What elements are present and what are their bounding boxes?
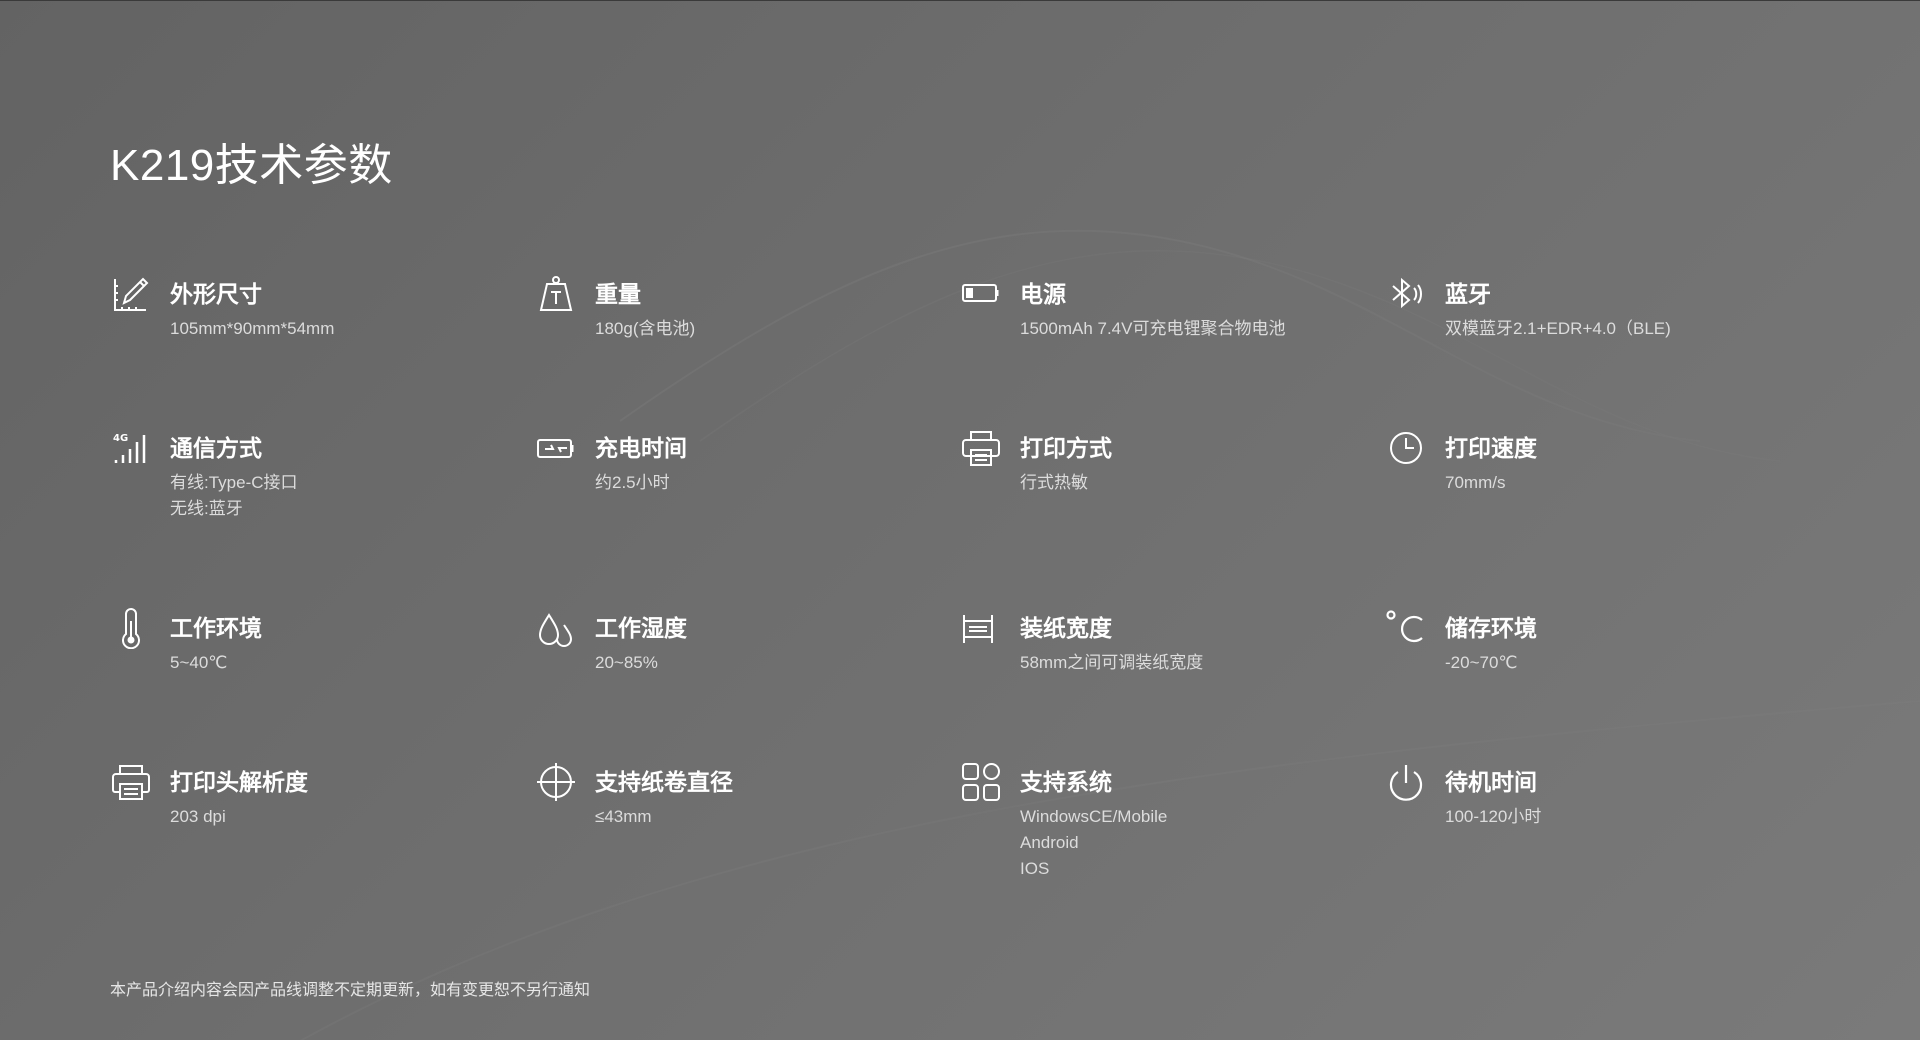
weight-icon — [535, 273, 577, 315]
spec-label: 支持系统 — [1020, 769, 1112, 795]
disclaimer-note: 本产品介绍内容会因产品线调整不定期更新，如有变更恕不另行通知 — [110, 982, 591, 999]
spec-item-communication: 4G 通信方式 有线:Type-C接口 无线:蓝牙 — [110, 427, 535, 607]
spec-item-power: 电源 1500mAh 7.4V可充电锂聚合物电池 — [960, 273, 1385, 427]
print-head-icon — [110, 761, 152, 803]
spec-value: 100-120小时 — [1445, 807, 1542, 826]
paper-width-icon — [960, 607, 1002, 649]
spec-page: K219技术参数 外形尺寸 105mm*90mm*54mm 重量 180g(含电… — [0, 0, 1920, 1040]
svg-text:4G: 4G — [113, 433, 128, 444]
dimensions-icon — [110, 273, 152, 315]
crosshair-icon — [535, 761, 577, 803]
spec-item-standby-time: 待机时间 100-120小时 — [1385, 761, 1810, 915]
page-title: K219技术参数 — [110, 141, 393, 190]
spec-value: 180g(含电池) — [595, 319, 696, 338]
spec-item-charge-time: 充电时间 约2.5小时 — [535, 427, 960, 607]
spec-item-print-speed: 打印速度 70mm/s — [1385, 427, 1810, 607]
spec-value: 约2.5小时 — [595, 473, 670, 492]
spec-value: 203 dpi — [170, 807, 226, 826]
spec-label: 通信方式 — [170, 435, 262, 461]
spec-value: ≤43mm — [595, 807, 652, 826]
battery-icon — [960, 273, 1002, 315]
spec-item-print-head-resolution: 打印头解析度 203 dpi — [110, 761, 535, 915]
spec-value: -20~70℃ — [1445, 653, 1518, 672]
spec-item-work-humidity: 工作湿度 20~85% — [535, 607, 960, 761]
clock-icon — [1385, 427, 1427, 469]
power-icon — [1385, 761, 1427, 803]
spec-value: 58mm之间可调装纸宽度 — [1020, 653, 1204, 672]
spec-value: WindowsCE/Mobile Android IOS — [1020, 807, 1168, 878]
spec-item-supported-systems: 支持系统 WindowsCE/Mobile Android IOS — [960, 761, 1385, 915]
spec-item-bluetooth: 蓝牙 双模蓝牙2.1+EDR+4.0（BLE) — [1385, 273, 1810, 427]
spec-label: 重量 — [595, 281, 641, 307]
signal-4g-icon: 4G — [110, 427, 152, 469]
spec-label: 装纸宽度 — [1020, 615, 1112, 641]
spec-item-dimensions: 外形尺寸 105mm*90mm*54mm — [110, 273, 535, 427]
spec-label: 打印速度 — [1445, 435, 1537, 461]
spec-label: 蓝牙 — [1445, 281, 1491, 307]
spec-label: 储存环境 — [1445, 615, 1537, 641]
spec-value: 1500mAh 7.4V可充电锂聚合物电池 — [1020, 319, 1286, 338]
spec-label: 外形尺寸 — [170, 281, 262, 307]
spec-label: 工作湿度 — [595, 615, 687, 641]
spec-item-work-environment: 工作环境 5~40℃ — [110, 607, 535, 761]
spec-label: 充电时间 — [595, 435, 687, 461]
apps-grid-icon — [960, 761, 1002, 803]
spec-grid: 外形尺寸 105mm*90mm*54mm 重量 180g(含电池) 电源 150… — [110, 273, 1810, 915]
spec-item-weight: 重量 180g(含电池) — [535, 273, 960, 427]
spec-item-storage-environment: 储存环境 -20~70℃ — [1385, 607, 1810, 761]
spec-item-print-method: 打印方式 行式热敏 — [960, 427, 1385, 607]
spec-item-roll-diameter: 支持纸卷直径 ≤43mm — [535, 761, 960, 915]
spec-value: 5~40℃ — [170, 653, 228, 672]
humidity-drops-icon — [535, 607, 577, 649]
thermometer-icon — [110, 607, 152, 649]
spec-label: 电源 — [1020, 281, 1066, 307]
spec-value: 20~85% — [595, 653, 658, 672]
spec-value: 有线:Type-C接口 无线:蓝牙 — [170, 473, 298, 518]
spec-value: 双模蓝牙2.1+EDR+4.0（BLE) — [1445, 319, 1671, 338]
spec-label: 待机时间 — [1445, 769, 1537, 795]
spec-item-paper-width: 装纸宽度 58mm之间可调装纸宽度 — [960, 607, 1385, 761]
spec-label: 打印方式 — [1020, 435, 1112, 461]
bluetooth-icon — [1385, 273, 1427, 315]
spec-value: 105mm*90mm*54mm — [170, 319, 335, 338]
spec-value: 70mm/s — [1445, 473, 1506, 492]
spec-label: 支持纸卷直径 — [595, 769, 733, 795]
spec-value: 行式热敏 — [1020, 473, 1088, 492]
spec-label: 打印头解析度 — [170, 769, 308, 795]
spec-label: 工作环境 — [170, 615, 262, 641]
celsius-icon — [1385, 607, 1427, 649]
charging-battery-icon — [535, 427, 577, 469]
printer-icon — [960, 427, 1002, 469]
